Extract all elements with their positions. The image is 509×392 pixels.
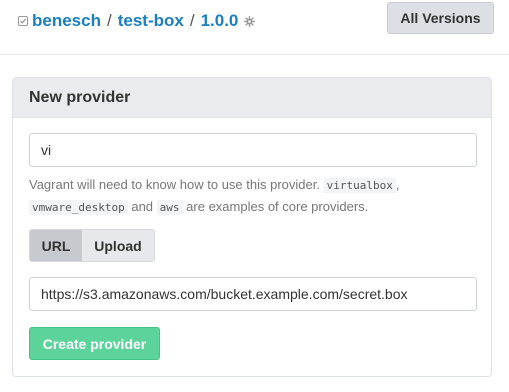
- help-code-aws: aws: [156, 200, 183, 215]
- provider-help-text: Vagrant will need to know how to use thi…: [29, 174, 485, 218]
- help-text-1: Vagrant will need to know how to use thi…: [29, 177, 320, 192]
- tab-url[interactable]: URL: [30, 230, 82, 261]
- panel-title: New provider: [13, 78, 491, 118]
- all-versions-button[interactable]: All Versions: [387, 2, 494, 34]
- help-text-3: and: [131, 199, 154, 214]
- help-code-vmware-desktop: vmware_desktop: [29, 200, 128, 215]
- breadcrumb-separator: /: [106, 11, 112, 30]
- breadcrumb-owner-link[interactable]: benesch: [32, 11, 101, 31]
- help-code-virtualbox: virtualbox: [323, 178, 396, 193]
- breadcrumb-separator: /: [189, 11, 195, 30]
- page-header: benesch / test-box / 1.0.0 All Versions: [0, 0, 509, 55]
- provider-name-input[interactable]: [29, 133, 477, 167]
- cog-icon[interactable]: [244, 15, 256, 27]
- breadcrumb-version-link[interactable]: 1.0.0: [201, 11, 239, 31]
- breadcrumb: benesch / test-box / 1.0.0: [18, 10, 256, 32]
- source-toggle: URL Upload: [29, 229, 155, 262]
- help-text-4: are examples of core providers.: [186, 199, 369, 214]
- new-provider-panel: New provider Vagrant will need to know h…: [12, 77, 492, 377]
- tab-upload[interactable]: Upload: [82, 230, 154, 261]
- url-input[interactable]: [29, 277, 477, 311]
- create-provider-button[interactable]: Create provider: [29, 327, 160, 360]
- breadcrumb-box-link[interactable]: test-box: [118, 11, 184, 31]
- check-icon: [18, 16, 28, 26]
- help-text-2: ,: [395, 177, 400, 192]
